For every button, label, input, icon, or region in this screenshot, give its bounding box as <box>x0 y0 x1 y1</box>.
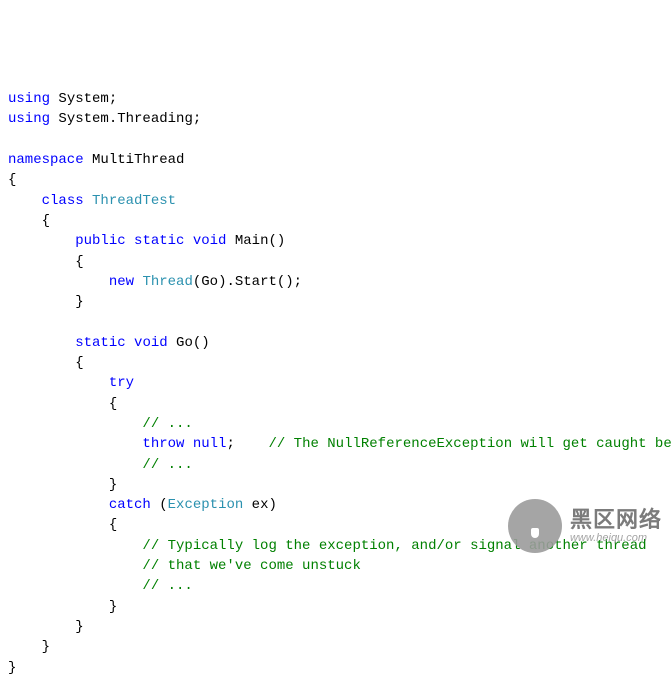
code-line: public static void Main() <box>8 233 285 249</box>
type-name: Exception <box>168 497 244 513</box>
indent <box>8 193 42 209</box>
type-name: ThreadTest <box>84 193 176 209</box>
code-line: throw null; // The NullReferenceExceptio… <box>8 436 672 452</box>
keyword: void <box>184 233 226 249</box>
code-line: new Thread(Go).Start(); <box>8 274 302 290</box>
code-text: Go() <box>168 335 210 351</box>
comment: // that we've come unstuck <box>142 558 360 574</box>
keyword: public <box>75 233 125 249</box>
indent <box>8 457 142 473</box>
keyword: using <box>8 91 50 107</box>
code-line: { <box>8 172 16 188</box>
indent <box>8 497 109 513</box>
keyword: catch <box>109 497 151 513</box>
watermark-text: 黑区网络 www.heiqu.com <box>570 509 662 544</box>
keyword: void <box>126 335 168 351</box>
code-line: // that we've come unstuck <box>8 558 361 574</box>
code-line: { <box>8 254 84 270</box>
code-line: { <box>8 355 84 371</box>
keyword: throw <box>142 436 184 452</box>
keyword: class <box>42 193 84 209</box>
code-line: try <box>8 375 134 391</box>
code-text: Main() <box>226 233 285 249</box>
keyword: new <box>109 274 134 290</box>
code-text: ( <box>151 497 168 513</box>
watermark-cn: 黑区网络 <box>570 509 662 531</box>
code-line: class ThreadTest <box>8 193 176 209</box>
indent <box>8 578 142 594</box>
type-name: Thread <box>134 274 193 290</box>
code-line: { <box>8 213 50 229</box>
watermark-logo <box>508 499 562 553</box>
code-text: ; <box>226 436 268 452</box>
indent <box>8 538 142 554</box>
watermark: 黑区网络 www.heiqu.com <box>508 499 662 553</box>
code-line: // ... <box>8 457 193 473</box>
comment: // The NullReferenceException will get c… <box>268 436 672 452</box>
code-text: MultiThread <box>84 152 185 168</box>
code-line: catch (Exception ex) <box>8 497 277 513</box>
indent <box>8 416 142 432</box>
code-line: // ... <box>8 416 193 432</box>
code-line: } <box>8 660 16 676</box>
keyword: try <box>109 375 134 391</box>
mushroom-icon <box>520 514 550 538</box>
indent <box>8 233 75 249</box>
code-line: } <box>8 294 84 310</box>
watermark-url: www.heiqu.com <box>570 533 662 544</box>
code-line: } <box>8 599 117 615</box>
code-line: using System; <box>8 91 117 107</box>
comment: // ... <box>142 578 192 594</box>
keyword: null <box>184 436 226 452</box>
code-line: } <box>8 619 84 635</box>
code-text: System.Threading; <box>50 111 201 127</box>
code-text: System; <box>50 91 117 107</box>
comment: // ... <box>142 457 192 473</box>
code-text: ex) <box>243 497 277 513</box>
code-line: } <box>8 639 50 655</box>
code-line: } <box>8 477 117 493</box>
indent <box>8 375 109 391</box>
keyword: using <box>8 111 50 127</box>
indent <box>8 558 142 574</box>
comment: // ... <box>142 416 192 432</box>
indent <box>8 335 75 351</box>
indent <box>8 274 109 290</box>
keyword: static <box>75 335 125 351</box>
indent <box>8 436 142 452</box>
code-line: namespace MultiThread <box>8 152 184 168</box>
keyword: static <box>126 233 185 249</box>
code-line: static void Go() <box>8 335 210 351</box>
code-line: // ... <box>8 578 193 594</box>
code-line: using System.Threading; <box>8 111 201 127</box>
code-text: (Go).Start(); <box>193 274 302 290</box>
code-line: { <box>8 396 117 412</box>
keyword: namespace <box>8 152 84 168</box>
code-line: { <box>8 517 117 533</box>
